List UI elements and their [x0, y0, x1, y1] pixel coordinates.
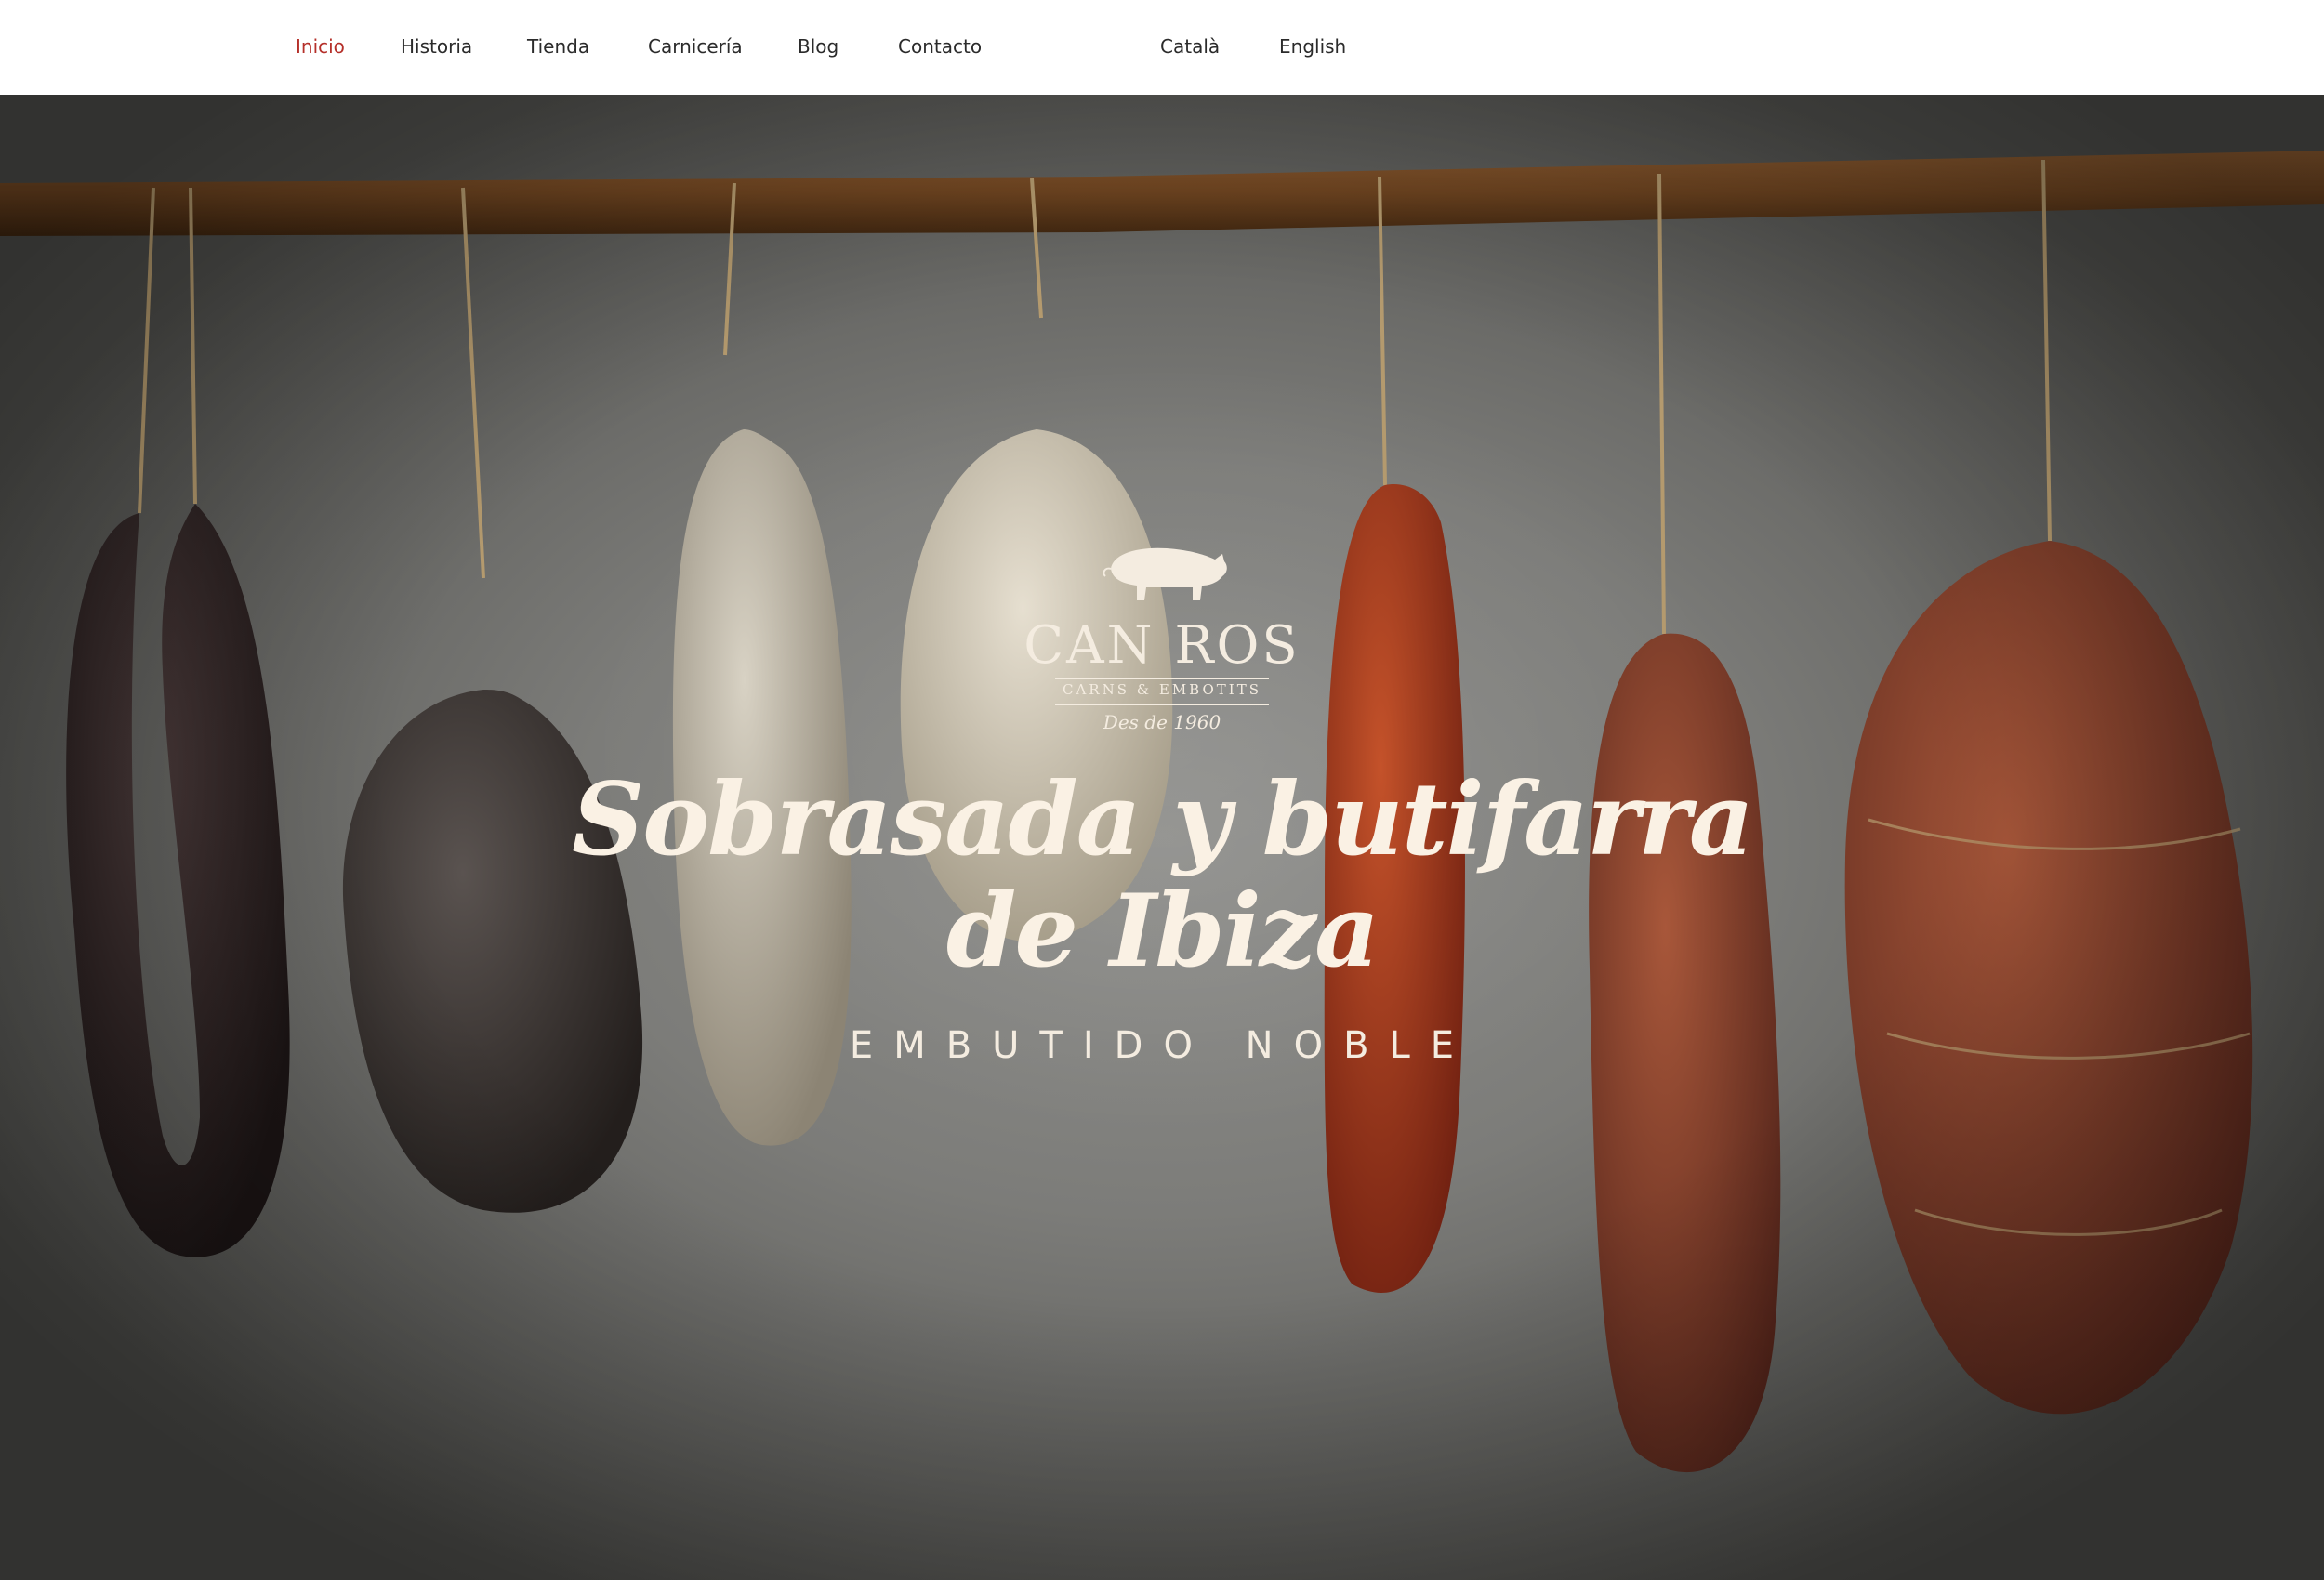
nav-item-inicio[interactable]: Inicio — [296, 33, 345, 60]
pig-icon — [1103, 547, 1227, 600]
nav-item-carniceria[interactable]: Carnicería — [648, 33, 743, 60]
hero-headline: Sobrasada y butifarra de Ibiza — [558, 764, 1766, 987]
brand-subtitle: CARNS & EMBOTITS — [1062, 681, 1261, 698]
hero-headline-line-2: de Ibiza — [945, 873, 1380, 990]
hero-banner: CAN ROS CARNS & EMBOTITS Des de 1960 Sob… — [0, 95, 2324, 1580]
nav-item-tienda[interactable]: Tienda — [527, 33, 589, 60]
language-catala[interactable]: Català — [1160, 33, 1220, 60]
nav-item-historia[interactable]: Historia — [401, 33, 472, 60]
brand-divider-bottom — [1055, 704, 1269, 705]
brand-name: CAN ROS — [1023, 615, 1301, 676]
hero-tagline: EMBUTIDO NOBLE — [849, 1024, 1475, 1067]
nav-item-blog[interactable]: Blog — [798, 33, 838, 60]
brand-logo: CAN ROS CARNS & EMBOTITS Des de 1960 — [1023, 532, 1301, 735]
brand-since: Des de 1960 — [1103, 711, 1221, 733]
language-english[interactable]: English — [1279, 33, 1346, 60]
top-navigation-bar: Inicio Historia Tienda Carnicería Blog C… — [0, 0, 2324, 95]
nav-item-contacto[interactable]: Contacto — [898, 33, 982, 60]
hero-headline-line-1: Sobrasada y butifarra — [572, 761, 1754, 878]
